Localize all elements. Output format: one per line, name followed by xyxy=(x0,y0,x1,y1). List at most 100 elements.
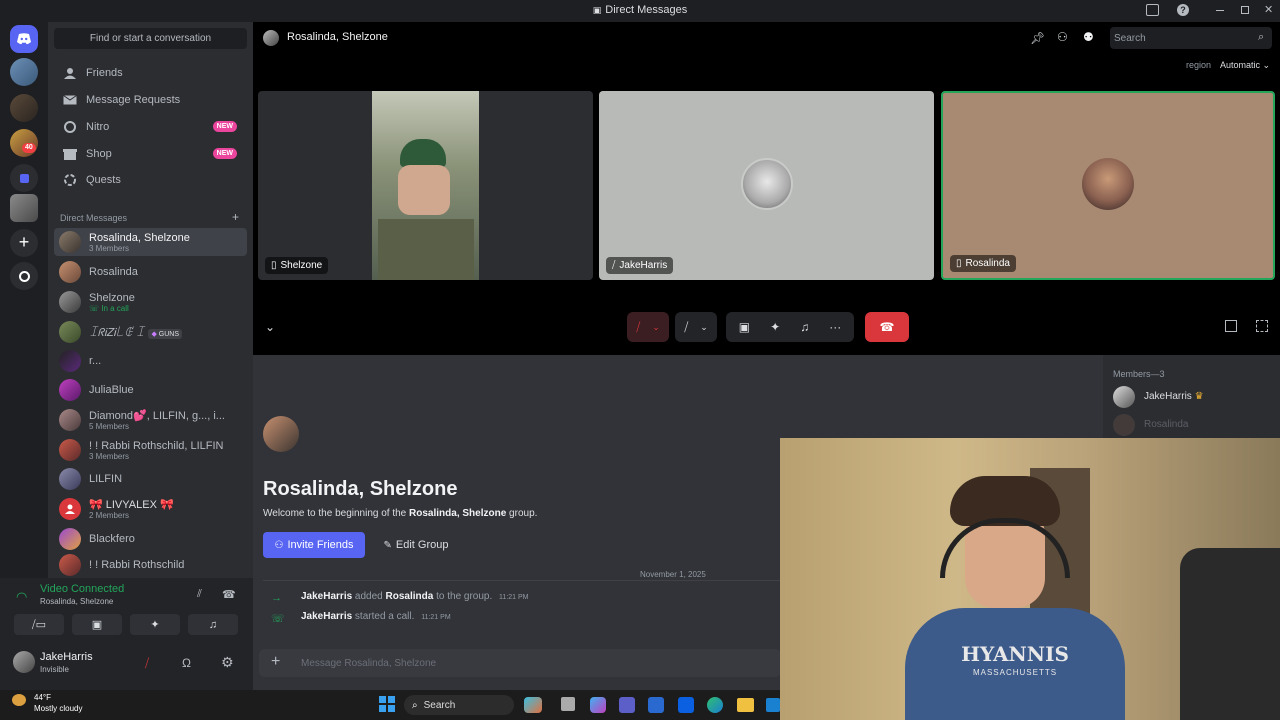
activities-icon[interactable]: ✦ xyxy=(770,320,780,334)
dm-item[interactable]: Blackfero xyxy=(54,525,247,553)
store-icon[interactable] xyxy=(648,697,664,713)
find-conversation-button[interactable]: Find or start a conversation xyxy=(54,28,247,49)
minimize-icon[interactable] xyxy=(1216,10,1224,11)
video-tile-rosalinda[interactable]: ▯ Rosalinda xyxy=(941,91,1275,280)
windows-start-icon[interactable] xyxy=(379,696,395,712)
leave-call-button[interactable]: ☎ xyxy=(865,312,909,342)
attach-plus-icon[interactable]: + xyxy=(271,653,280,671)
soundboard-button[interactable]: ♫ xyxy=(188,614,238,635)
nav-quests[interactable]: Quests xyxy=(54,167,247,193)
avatar xyxy=(59,468,81,490)
noise-suppression-icon[interactable]: ⫽ xyxy=(197,588,202,601)
dm-sub: ☏ In a call xyxy=(89,303,129,313)
member-list-icon[interactable]: ⚉ xyxy=(1083,30,1094,44)
soundboard-icon: ♫ xyxy=(208,618,218,631)
edit-group-button[interactable]: ✎ Edit Group xyxy=(375,532,457,558)
member-name[interactable]: Rosalinda xyxy=(1144,419,1188,430)
user-status: Invisible xyxy=(40,665,69,674)
member-name[interactable]: JakeHarris ♛ xyxy=(1144,391,1204,402)
copilot-icon[interactable] xyxy=(590,697,606,713)
mail-icon[interactable] xyxy=(766,698,780,712)
maximize-icon[interactable] xyxy=(1241,6,1249,14)
add-server-icon[interactable]: + xyxy=(10,229,38,257)
more-options-icon[interactable]: ··· xyxy=(829,320,841,334)
discord-home-icon[interactable] xyxy=(10,25,38,53)
avatar xyxy=(1082,158,1134,210)
pop-out-icon[interactable] xyxy=(1225,320,1237,332)
nav-label: Quests xyxy=(86,174,121,186)
dm-item[interactable]: ! ! Rabbi Rothschild, LILFIN 3 Members xyxy=(54,436,247,464)
avatar xyxy=(59,261,81,283)
avatar xyxy=(59,379,81,401)
dm-sub: 2 Members xyxy=(89,510,130,520)
file-explorer-icon[interactable] xyxy=(737,698,754,712)
dm-item[interactable]: 🎀 LIVYALEX 🎀 2 Members xyxy=(54,495,247,523)
tile-label: ⧸ JakeHarris xyxy=(606,257,674,274)
member-avatar[interactable] xyxy=(1113,386,1135,408)
settings-gear-icon[interactable]: ⚙ xyxy=(221,654,234,671)
dm-item[interactable]: Shelzone ☏ In a call xyxy=(54,288,247,316)
soundboard-icon[interactable]: ♫ xyxy=(800,320,809,334)
chevron-down-icon: ⌄ xyxy=(700,321,708,332)
help-icon[interactable]: ? xyxy=(1177,4,1189,16)
close-icon[interactable]: ✕ xyxy=(1264,3,1273,16)
screen-share-icon: ▣ xyxy=(91,619,103,631)
collapse-chevron-icon[interactable]: ⌄ xyxy=(265,320,275,334)
pin-icon[interactable]: 📌︎ xyxy=(1030,31,1045,45)
fullscreen-icon[interactable] xyxy=(1256,320,1268,332)
search-input[interactable]: Search ⌕ xyxy=(1110,27,1272,49)
dm-item[interactable]: ꀤᖇᎥᏃᎥ꒒ꂅ ꀤ ◆ GUNS xyxy=(54,318,247,346)
mute-button[interactable]: ⧸ ⌄ xyxy=(627,312,669,342)
nav-shop[interactable]: Shop NEW xyxy=(54,141,247,167)
server-icon-1[interactable] xyxy=(10,58,38,86)
window-title: ▣ Direct Messages xyxy=(592,4,688,16)
edge-icon[interactable] xyxy=(707,697,723,713)
mic-muted-icon: ⧸ xyxy=(612,260,616,271)
call-area: Rosalinda, Shelzone 📌︎ ⚇ ⚉ Search ⌕ regi… xyxy=(253,22,1280,355)
nav-nitro[interactable]: Nitro NEW xyxy=(54,114,247,140)
server-icon-2[interactable] xyxy=(10,94,38,122)
add-friends-icon[interactable]: ⚇ xyxy=(1057,30,1068,44)
shirt-shape: HYANNIS MASSACHUSETTS xyxy=(905,608,1125,720)
camera-off-icon: ⧸ xyxy=(684,319,689,334)
voice-channel[interactable]: Rosalinda, Shelzone xyxy=(40,597,113,606)
taskbar-search[interactable]: ⌕ Search xyxy=(404,695,514,715)
region-select[interactable]: Automatic ⌄ xyxy=(1220,60,1270,71)
video-tile-shelzone[interactable]: ▯ Shelzone xyxy=(258,91,593,280)
task-view-icon[interactable] xyxy=(561,697,575,711)
disconnect-icon[interactable]: ☎ xyxy=(222,588,236,601)
server-icon-4[interactable] xyxy=(10,194,38,222)
create-dm-icon[interactable]: + xyxy=(232,210,239,224)
mic-muted-icon[interactable]: ⧸ xyxy=(145,656,149,671)
camera-button[interactable]: ⧸ ⌄ xyxy=(675,312,717,342)
gem-icon: ◆ xyxy=(151,331,159,338)
message-input[interactable]: + Message Rosalinda, Shelzone xyxy=(259,649,781,677)
screen-share-button[interactable]: ▣ xyxy=(72,614,122,635)
activities-button[interactable]: ✦ xyxy=(130,614,180,635)
folder-icon[interactable] xyxy=(10,164,38,192)
chair-shape xyxy=(1180,548,1280,720)
video-off-button[interactable]: ⧸▭ xyxy=(14,614,64,635)
dm-item[interactable]: Diamond💕, LILFIN, g..., i... 5 Members xyxy=(54,406,247,434)
dm-item[interactable]: ! ! Rabbi Rothschild xyxy=(54,554,247,576)
teams-icon[interactable] xyxy=(619,697,635,713)
nav-message-requests[interactable]: Message Requests xyxy=(54,87,247,113)
user-avatar[interactable] xyxy=(13,651,35,673)
headphones-icon[interactable]: Ω xyxy=(182,656,191,670)
dropbox-icon[interactable] xyxy=(678,697,694,713)
widgets-icon[interactable] xyxy=(524,697,542,713)
video-tile-jakeharris[interactable]: ⧸ JakeHarris xyxy=(599,91,934,280)
inbox-icon[interactable] xyxy=(1146,4,1159,16)
dm-item[interactable]: r... xyxy=(54,347,247,375)
invite-friends-button[interactable]: ⚇ Invite Friends xyxy=(263,532,365,558)
nav-friends[interactable]: Friends xyxy=(54,60,247,86)
member-avatar[interactable] xyxy=(1113,414,1135,436)
dm-item[interactable]: LILFIN xyxy=(54,465,247,493)
screen-share-icon[interactable]: ▣ xyxy=(739,320,750,334)
new-badge: NEW xyxy=(212,121,237,132)
discover-icon[interactable] xyxy=(10,262,38,290)
signal-icon: ◠ xyxy=(16,589,28,604)
dm-item[interactable]: JuliaBlue xyxy=(54,376,247,404)
dm-item[interactable]: Rosalinda, Shelzone 3 Members xyxy=(54,228,247,256)
dm-item[interactable]: Rosalinda xyxy=(54,258,247,286)
